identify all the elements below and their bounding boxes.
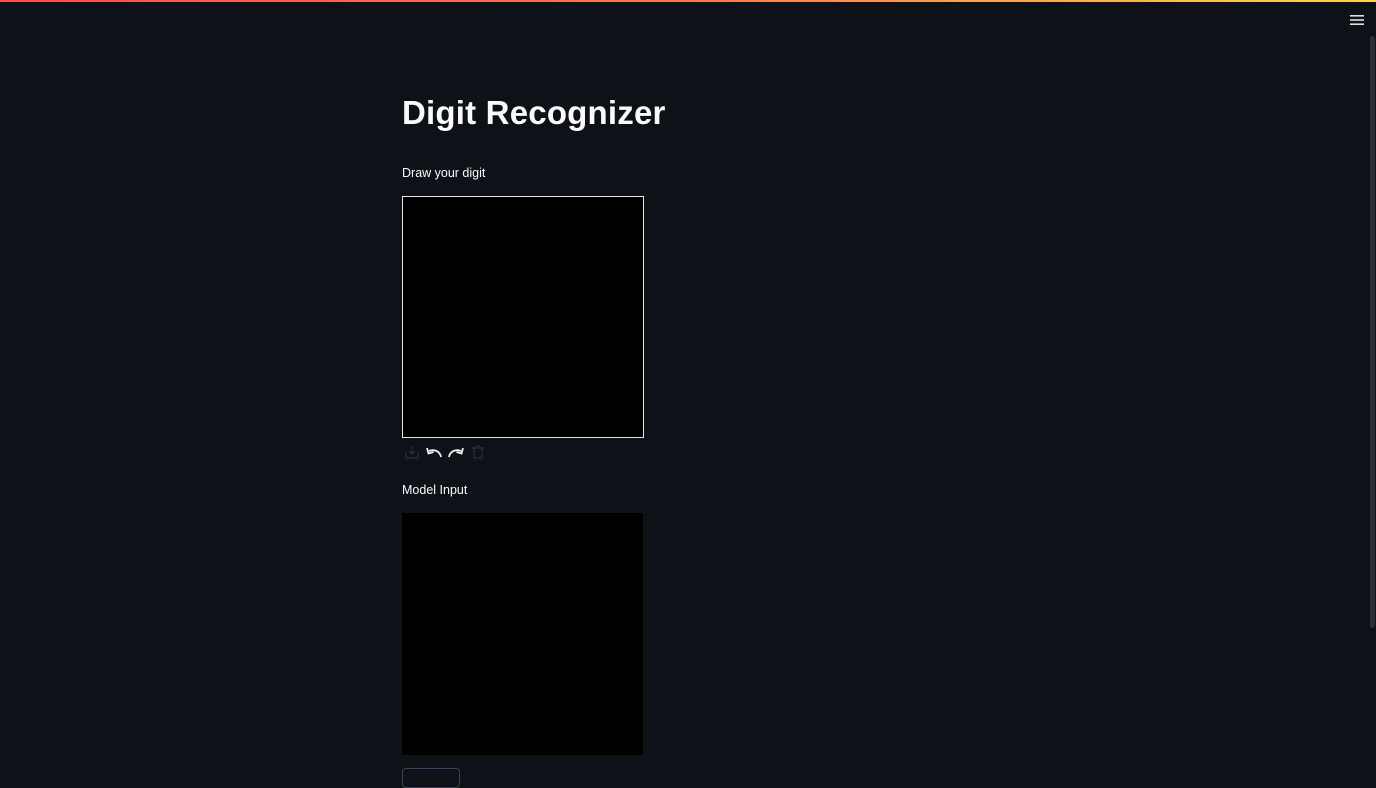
predict-button[interactable]: [402, 768, 460, 788]
main-menu-button[interactable]: [1346, 10, 1368, 30]
download-button[interactable]: [402, 443, 422, 461]
undo-icon: [426, 447, 442, 458]
model-input-label: Model Input: [402, 483, 468, 497]
redo-icon: [448, 447, 464, 458]
download-icon: [405, 446, 419, 459]
clear-canvas-button[interactable]: [468, 443, 488, 461]
canvas-toolbar: [402, 443, 488, 461]
drawing-canvas[interactable]: [402, 196, 644, 438]
undo-button[interactable]: [424, 443, 444, 461]
page-title: Digit Recognizer: [402, 94, 666, 131]
page-scrollbar[interactable]: [1370, 36, 1375, 628]
trash-icon: [472, 445, 484, 459]
hamburger-menu-icon: [1350, 15, 1364, 25]
model-input-image: [402, 513, 643, 755]
redo-button[interactable]: [446, 443, 466, 461]
top-decoration-bar: [0, 0, 1376, 2]
draw-canvas-label: Draw your digit: [402, 166, 486, 180]
